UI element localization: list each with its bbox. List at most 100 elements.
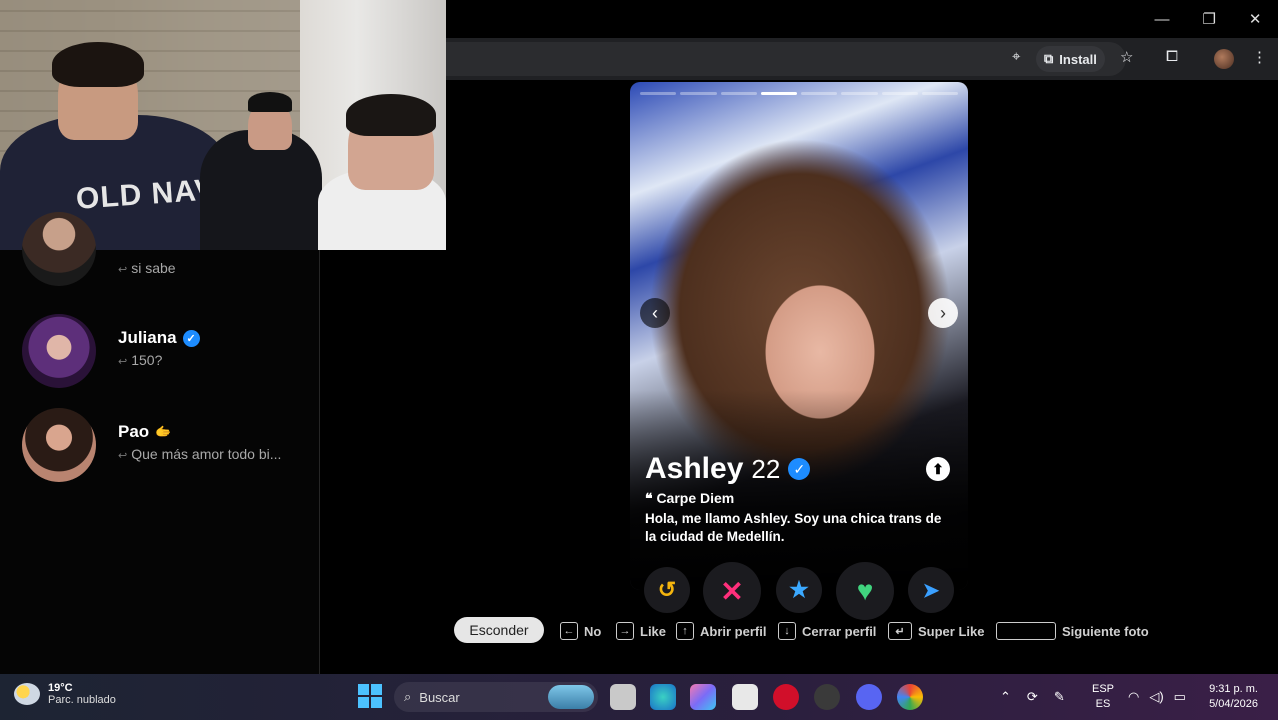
quick-settings[interactable]: ◠ ◁) ▭ (1128, 674, 1186, 720)
photo-progress-segment (841, 92, 878, 95)
hint-no: ← No (560, 622, 601, 640)
restore-button[interactable]: ❐ (1202, 10, 1215, 28)
battery-icon: ▭ (1173, 689, 1186, 704)
photo-progress-segment (640, 92, 677, 95)
close-icon: ✕ (720, 575, 744, 607)
profile-age: 22 (751, 453, 781, 484)
photo-progress (640, 92, 958, 95)
pen-icon[interactable]: ✎ (1054, 689, 1065, 705)
hint-label: Super Like (918, 623, 985, 639)
edge-icon[interactable] (650, 684, 676, 710)
down-arrow-key-icon: ↓ (778, 622, 796, 640)
install-button[interactable]: ⧉ Install (1036, 46, 1105, 72)
quote-text: Carpe Diem (656, 490, 735, 506)
game-app-icon[interactable] (814, 684, 840, 710)
language-indicator[interactable]: ESP ES (1092, 682, 1114, 712)
profile-card[interactable]: ‹ › Ashley 22 ✓ ⬆ ❝ Carpe Diem Hola, me … (630, 82, 968, 590)
hint-open-profile: ↑ Abrir perfil (676, 622, 766, 640)
temperature: 19°C (48, 682, 73, 694)
profile-quote: ❝ Carpe Diem (645, 490, 734, 507)
time: 9:31 p. m. (1209, 683, 1258, 695)
boost-button[interactable]: ➤ (908, 567, 954, 613)
search-placeholder: Buscar (419, 689, 460, 705)
address-bar[interactable] (446, 42, 1126, 76)
profile-avatar[interactable] (1214, 49, 1234, 69)
copilot-icon[interactable] (690, 684, 716, 710)
heart-icon: ♥ (856, 575, 874, 606)
install-icon: ⧉ (1044, 51, 1054, 66)
taskbar-search[interactable]: ⌕ Buscar (394, 682, 598, 712)
profile-header: Ashley 22 ✓ (645, 452, 811, 486)
hint-super-like: ↵ Super Like (888, 622, 984, 640)
profile-bio: Hola, me llamo Ashley. Soy una chica tra… (645, 511, 942, 544)
match-message: si sabe (131, 260, 176, 276)
right-arrow-key-icon: → (616, 622, 634, 640)
search-icon: ⌕ (404, 689, 412, 704)
close-button[interactable]: ✕ (1249, 10, 1262, 28)
minimize-button[interactable]: — (1154, 11, 1169, 28)
weather-description: Parc. nublado (48, 694, 116, 706)
opera-icon[interactable] (773, 684, 799, 710)
nope-button[interactable]: ✕ (703, 562, 761, 620)
next-photo-button[interactable]: › (928, 298, 958, 328)
system-tray: ⌃ ⟳ ✎ (1000, 674, 1065, 720)
action-bar: ↺ ✕ ★ ♥ ➤ (640, 562, 960, 620)
weather-widget[interactable]: 19°C Parc. nublado (14, 682, 116, 706)
taskbar: 19°C Parc. nublado ⌕ Buscar ⌃ ⟳ ✎ ESP ES (0, 674, 1278, 720)
sync-icon[interactable]: ⟳ (1027, 689, 1038, 705)
hint-label: Like (640, 623, 667, 639)
file-explorer-icon[interactable] (610, 684, 636, 710)
hide-hints-button[interactable]: Esconder (454, 617, 544, 643)
volume-icon: ◁) (1149, 689, 1164, 704)
photo-progress-segment (680, 92, 717, 95)
reply-icon: ↩ (118, 450, 128, 462)
match-name: Pao (118, 422, 150, 441)
reply-icon: ↩ (118, 356, 128, 368)
reply-icon: ↩ (118, 264, 128, 276)
hint-label: Siguiente foto (1062, 623, 1149, 639)
hint-label: No (584, 623, 602, 639)
wifi-icon: ◠ (1128, 689, 1140, 704)
super-like-button[interactable]: ★ (776, 567, 822, 613)
hint-like: → Like (616, 622, 666, 640)
up-arrow-key-icon: ↑ (676, 622, 694, 640)
left-arrow-key-icon: ← (560, 622, 578, 640)
start-button[interactable] (358, 684, 382, 708)
rewind-icon: ↺ (657, 577, 677, 602)
photo-progress-segment (720, 92, 757, 95)
discord-icon[interactable] (856, 684, 882, 710)
open-profile-button[interactable]: ⬆ (926, 457, 950, 481)
install-label: Install (1059, 51, 1097, 67)
photo-progress-segment (881, 92, 918, 95)
photo-progress-segment (801, 92, 838, 95)
rewind-button[interactable]: ↺ (644, 567, 690, 613)
match-message: Que más amor todo bi... (131, 446, 282, 462)
avatar (22, 314, 96, 388)
previous-photo-button[interactable]: ‹ (640, 298, 670, 328)
browser-toolbar: ⌖ ⧉ Install ☆ ⧠ ⋮ (446, 38, 1278, 80)
location-icon[interactable]: ⌖ (1012, 48, 1020, 65)
list-item[interactable]: Juliana ✓ ↩ 150? (22, 314, 312, 388)
person-3-hair (346, 94, 436, 136)
menu-icon[interactable]: ⋮ (1252, 48, 1267, 66)
like-button[interactable]: ♥ (836, 562, 894, 620)
chrome-icon[interactable] (897, 684, 923, 710)
list-item[interactable]: ↩ si sabe (22, 212, 312, 286)
star-icon[interactable]: ☆ (1120, 48, 1133, 66)
chevron-up-icon[interactable]: ⌃ (1000, 689, 1011, 705)
quote-icon: ❝ (645, 490, 653, 506)
match-message: 150? (131, 352, 163, 368)
send-icon: ➤ (922, 579, 940, 602)
store-icon[interactable] (732, 684, 758, 710)
extensions-icon[interactable]: ⧠ (1166, 48, 1178, 65)
clock[interactable]: 9:31 p. m. 5/04/2026 (1209, 682, 1258, 712)
verified-icon: ✓ (788, 458, 811, 480)
avatar (22, 212, 96, 286)
person-2-cap (248, 92, 292, 112)
list-item[interactable]: Pao 🫱 ↩ Que más amor todo bi... (22, 408, 312, 482)
hint-close-profile: ↓ Cerrar perfil (778, 622, 876, 640)
keyboard-hints: Esconder ← No → Like ↑ Abrir perfil ↓ Cerrar… (454, 617, 1174, 645)
messages-sidebar: ↩ si sabe Juliana ✓ ↩ 150? Pao 🫱 ↩ Que más … (0, 212, 320, 674)
screen: — ❐ ✕ ⌖ ⧉ Install ☆ ⧠ ⋮ OLD NAV ↩ si sab… (0, 0, 1278, 720)
enter-key-icon: ↵ (888, 622, 912, 640)
